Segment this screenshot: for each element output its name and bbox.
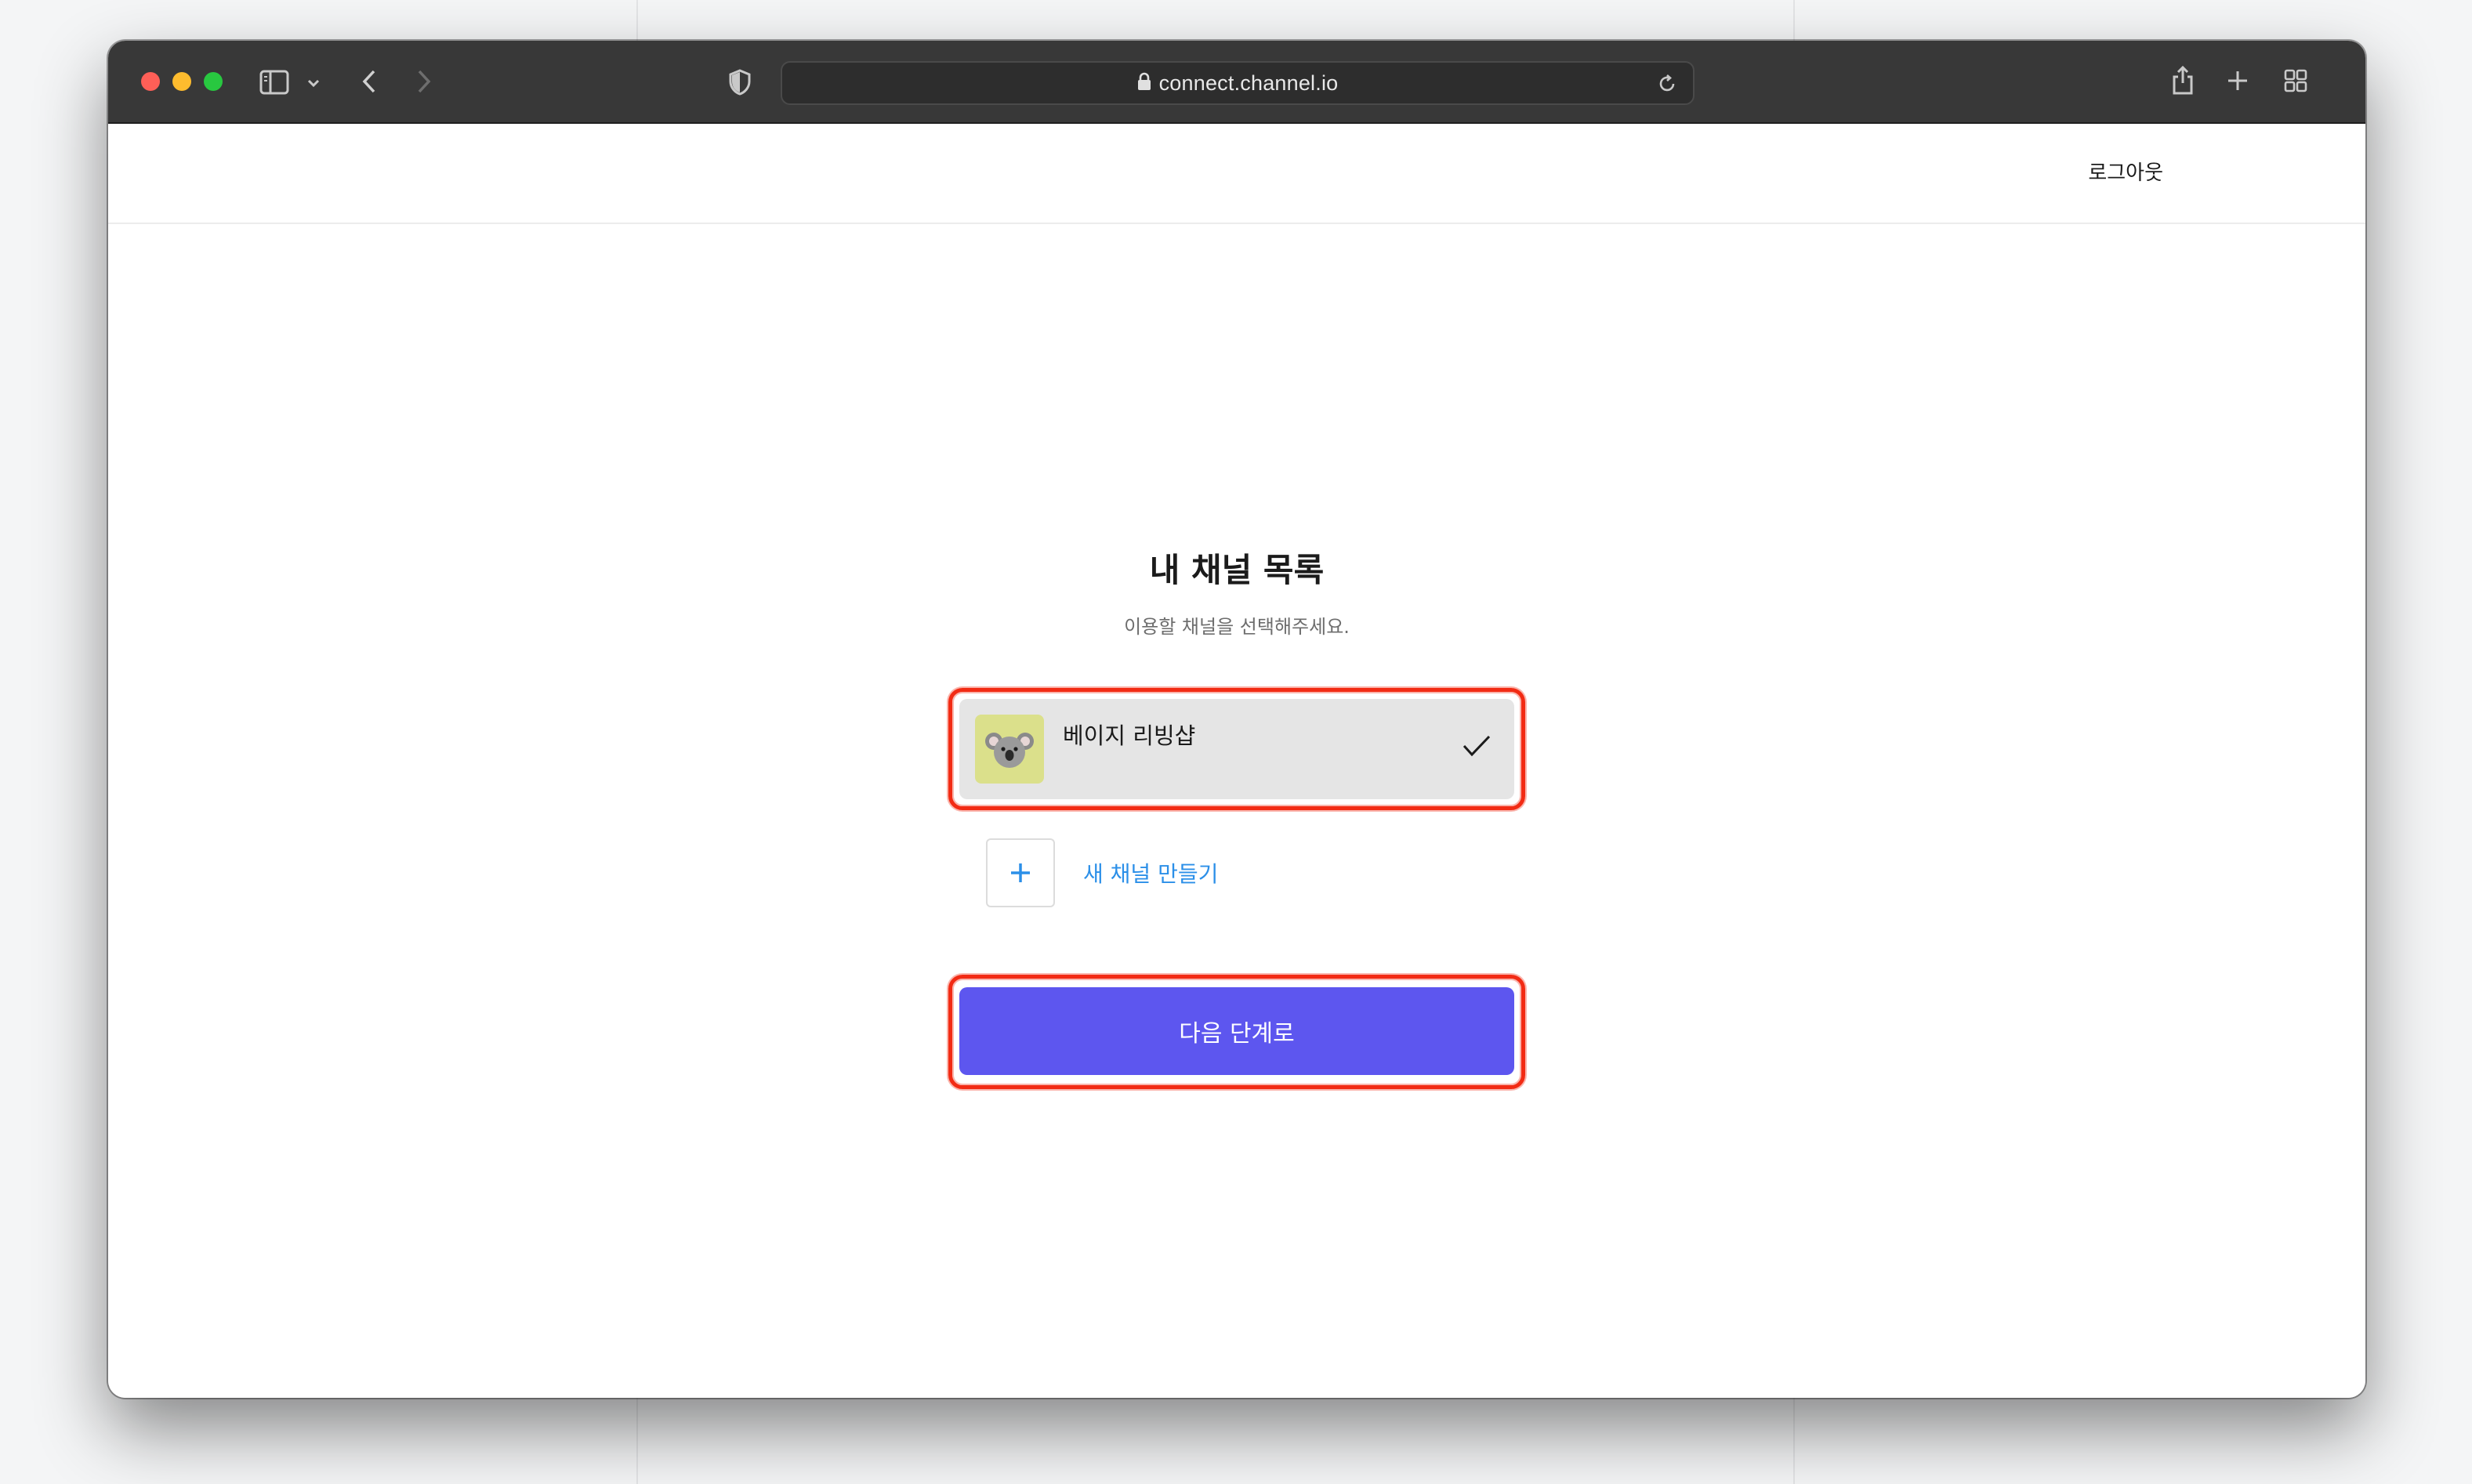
create-channel-label: 새 채널 만들기 (1083, 861, 1219, 887)
url-text: connect.channel.io (1158, 71, 1339, 95)
address-bar[interactable]: connect.channel.io (781, 61, 1695, 105)
page-title: 내 채널 목록 (1149, 551, 1325, 589)
plus-icon (986, 838, 1055, 907)
logout-link[interactable]: 로그아웃 (2088, 157, 2163, 186)
channel-name: 베이지 리빙샵 (1063, 722, 1196, 749)
lock-icon (1137, 72, 1151, 94)
zoom-window-button[interactable] (204, 72, 223, 91)
share-icon[interactable] (2169, 63, 2196, 97)
sidebar-toggle-icon[interactable] (259, 69, 290, 96)
privacy-shield-icon[interactable] (727, 67, 752, 97)
channel-list-item[interactable]: 베이지 리빙샵 (959, 699, 1514, 799)
back-arrow-icon[interactable] (357, 67, 381, 96)
close-window-button[interactable] (141, 72, 160, 91)
create-channel-button[interactable]: 새 채널 만들기 (986, 838, 1299, 907)
checkmark-icon (1461, 733, 1492, 762)
minimize-window-button[interactable] (172, 72, 191, 91)
forward-arrow-icon[interactable] (412, 67, 436, 96)
koala-icon (975, 715, 1044, 784)
tab-overview-icon[interactable] (2282, 67, 2309, 94)
page-subtitle: 이용할 채널을 선택해주세요. (1124, 616, 1350, 638)
new-tab-icon[interactable] (2224, 67, 2251, 94)
chevron-down-icon[interactable] (306, 75, 321, 91)
page-content: 로그아웃 내 채널 목록 이용할 채널을 선택해주세요. 베이지 리빙샵 새 채… (108, 124, 2365, 1398)
next-step-button[interactable]: 다음 단계로 (959, 987, 1514, 1075)
browser-window: connect.channel.io 로그아웃 내 채널 목록 이용할 채널을 … (108, 41, 2365, 1398)
page-header: 로그아웃 (108, 124, 2365, 224)
reload-icon[interactable] (1655, 72, 1679, 96)
browser-toolbar: connect.channel.io (108, 41, 2365, 124)
